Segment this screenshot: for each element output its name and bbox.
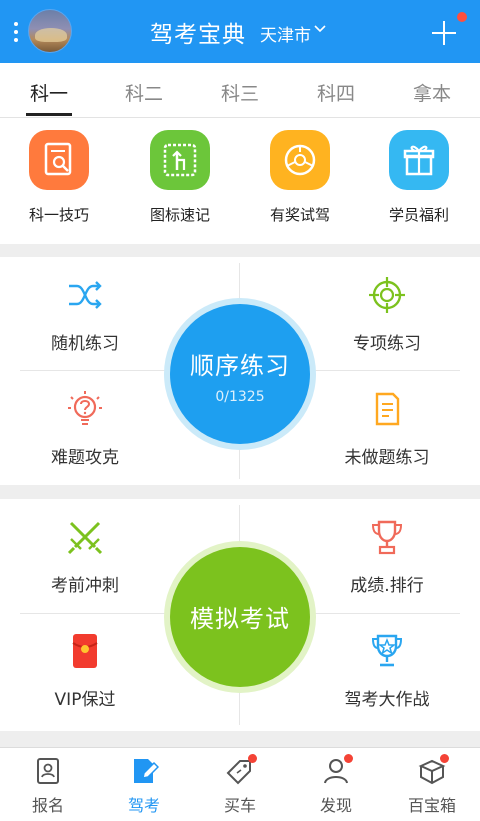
cup-star-icon [371,634,403,667]
hard-questions[interactable]: 难题攻克 [10,389,160,468]
undone-practice[interactable]: 未做题练习 [312,389,462,468]
app-header: 驾考宝典 天津市 [0,0,480,63]
edit-document-icon [129,756,160,786]
tool-label: 图标速记 [149,206,210,224]
id-card-icon [33,756,63,786]
more-vertical-icon[interactable] [14,22,18,42]
score-ranking-label: 成绩.排行 [350,576,424,596]
road-sign-icon [150,130,210,190]
tool-sign-memory[interactable]: 图标速记 [125,130,235,225]
nav-item-buy-car[interactable]: 买车 [192,754,288,816]
person-icon [321,754,353,786]
nav-label: 百宝箱 [407,796,456,815]
bottom-nav: 报名 驾考 买车 发现 百宝箱 [0,747,480,821]
notification-badge [457,12,467,22]
practice-panel: 随机练习 专项练习 难题攻克 未做题练习 顺序练习 0/1325 [0,257,480,485]
nav-label: 驾考 [127,796,160,815]
score-ranking[interactable]: 成绩.排行 [312,517,462,596]
page-title: 驾考宝典 [150,22,246,48]
driving-battle[interactable]: 驾考大作战 [312,631,462,710]
steering-wheel-icon [270,130,330,190]
tool-label: 有奖试驾 [269,206,330,224]
document-icon [375,392,400,426]
chevron-down-icon[interactable] [313,22,327,36]
shuffle-icon [69,281,102,309]
plus-icon[interactable] [430,19,458,47]
topic-practice[interactable]: 专项练习 [312,275,462,354]
nav-label: 买车 [223,796,256,815]
vip-guarantee-label: VIP保过 [54,690,116,710]
tool-ke-yi-tips[interactable]: 科一技巧 [4,130,114,225]
target-icon [369,277,405,313]
vip-guarantee[interactable]: VIP保过 [10,631,160,710]
hard-questions-label: 难题攻克 [51,448,119,468]
undone-practice-label: 未做题练习 [344,448,430,468]
random-practice-label: 随机练习 [51,334,119,354]
lightbulb-question-icon [68,391,102,425]
sequential-practice-button[interactable]: 顺序练习 0/1325 [170,304,310,444]
notebook-search-icon [29,130,89,190]
pre-exam-sprint-label: 考前冲刺 [51,576,119,596]
tool-student-welfare[interactable]: 学员福利 [364,130,474,225]
nav-item-signup[interactable]: 报名 [0,756,96,816]
pre-exam-sprint[interactable]: 考前冲刺 [10,517,160,596]
red-envelope-icon [72,634,98,668]
crossed-swords-icon [67,521,103,555]
tab-na-ben[interactable]: 拿本 [402,79,462,106]
nav-item-discover[interactable]: 发现 [288,754,384,816]
nav-item-driving-test[interactable]: 驾考 [96,756,192,816]
tool-test-drive[interactable]: 有奖试驾 [245,130,355,225]
city-selector[interactable]: 天津市 [260,21,311,46]
exam-panel: 考前冲刺 成绩.排行 VIP保过 驾考大作战 模拟考试 [0,499,480,731]
tab-ke-yi[interactable]: 科一 [19,79,79,106]
tab-ke-si[interactable]: 科四 [306,79,366,106]
random-practice[interactable]: 随机练习 [10,275,160,354]
nav-label: 报名 [31,796,64,815]
price-tag-icon [225,754,257,786]
mock-exam-label: 模拟考试 [190,605,290,633]
sequential-practice-label: 顺序练习 [190,352,290,380]
active-tab-indicator [26,113,72,116]
nav-item-toolbox[interactable]: 百宝箱 [384,754,480,816]
subject-tabs: 科一 科二 科三 科四 拿本 [0,63,480,118]
tab-ke-san[interactable]: 科三 [210,79,270,106]
treasure-box-icon [417,754,449,786]
quick-tools: 科一技巧 图标速记 有奖试驾 学员福利 [0,118,480,244]
sequential-practice-progress: 0/1325 [215,389,265,405]
notification-badge [344,754,353,763]
gift-icon [389,130,449,190]
driving-battle-label: 驾考大作战 [344,690,430,710]
tab-ke-er[interactable]: 科二 [114,79,174,106]
topic-practice-label: 专项练习 [353,334,421,354]
nav-label: 发现 [319,796,352,815]
notification-badge [440,754,449,763]
avatar[interactable] [28,9,72,53]
tool-label: 学员福利 [388,206,449,224]
trophy-icon [371,520,403,555]
tool-label: 科一技巧 [28,206,89,224]
mock-exam-button[interactable]: 模拟考试 [170,547,310,687]
notification-badge [248,754,257,763]
